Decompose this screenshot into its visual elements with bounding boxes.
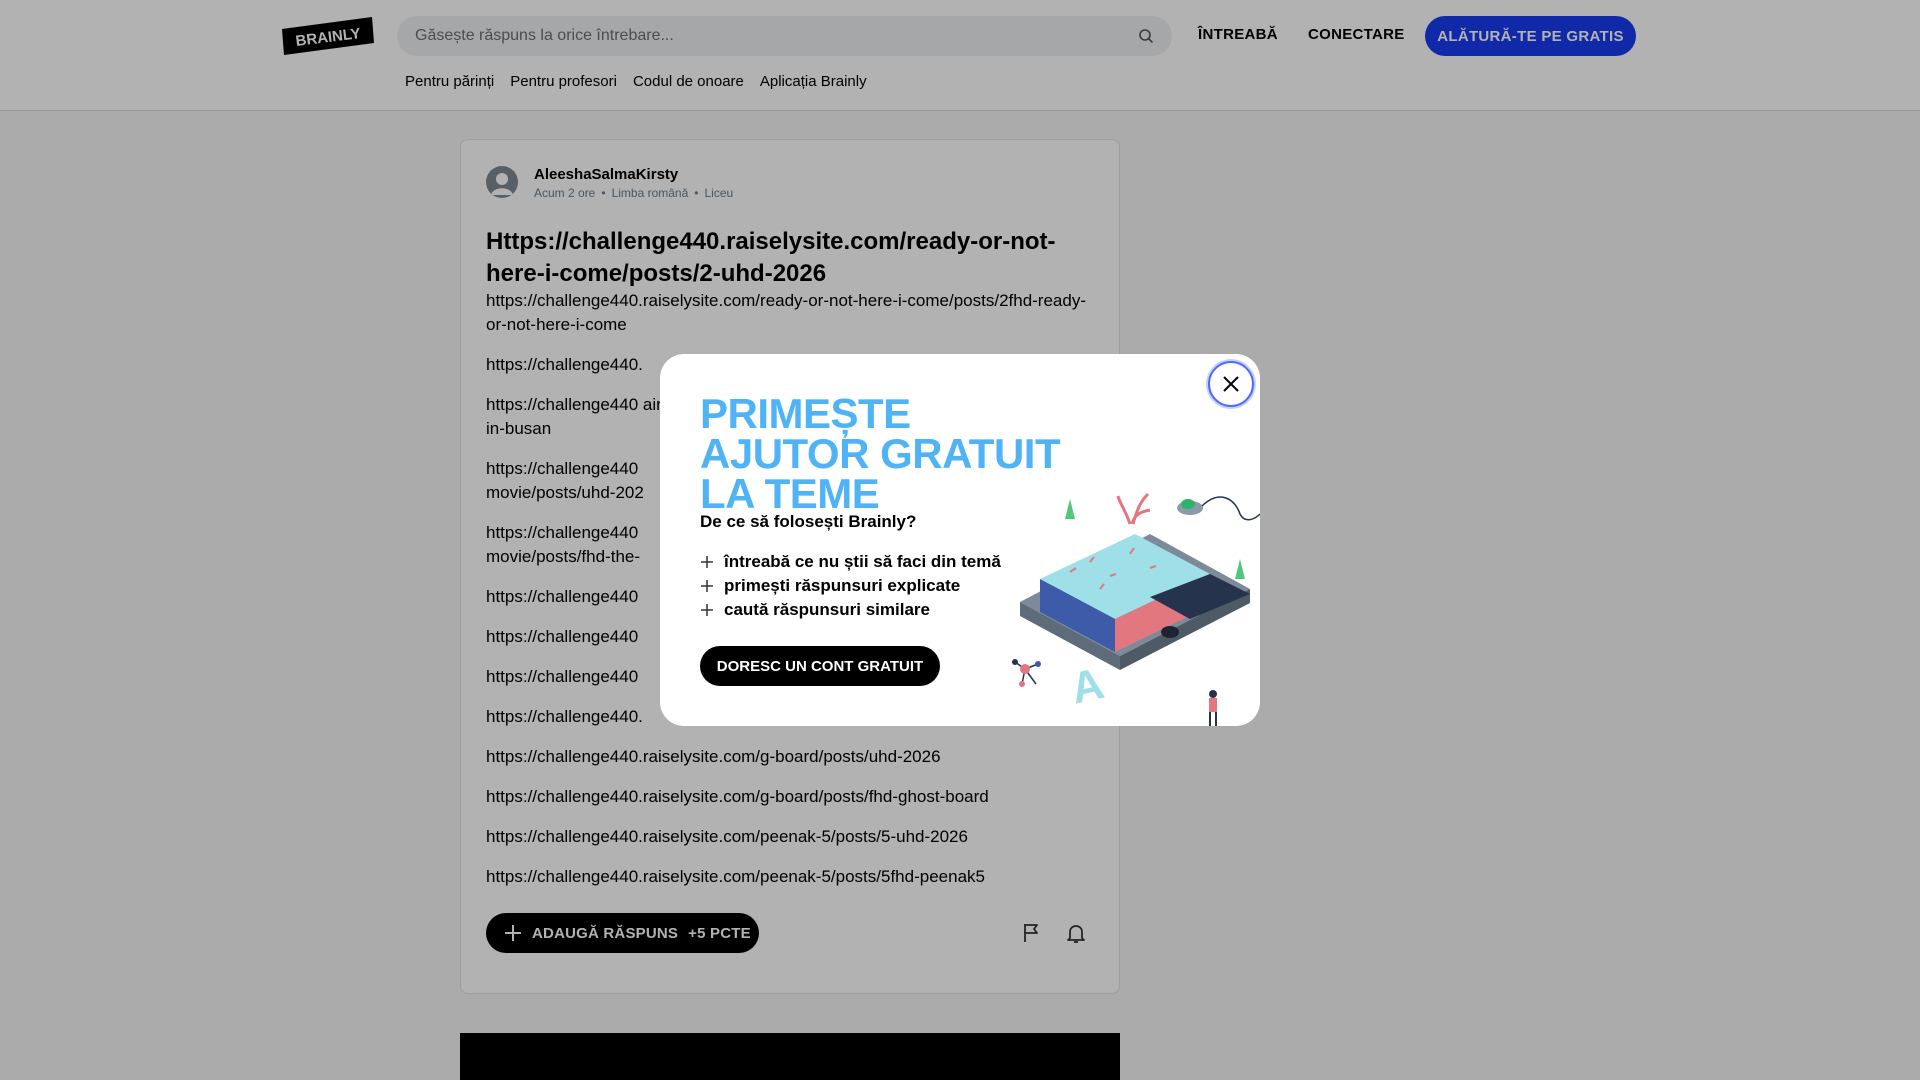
free-account-button[interactable]: DORESC UN CONT GRATUIT — [700, 646, 940, 686]
benefit-text: caută răspunsuri similare — [724, 600, 930, 619]
close-icon — [1223, 376, 1239, 392]
plus-icon — [701, 580, 713, 592]
svg-text:A: A — [1067, 659, 1108, 714]
signup-modal: PRIMEȘTE AJUTOR GRATUIT LA TEME De ce să… — [660, 354, 1260, 726]
benefit-item: întreabă ce nu știi să faci din temă — [700, 550, 1001, 574]
benefit-item: primești răspunsuri explicate — [700, 574, 1001, 598]
homework-illustration: A — [1012, 492, 1260, 726]
benefit-item: caută răspunsuri similare — [700, 598, 1001, 622]
benefit-text: primești răspunsuri explicate — [724, 576, 961, 595]
benefit-text: întreabă ce nu știi să faci din temă — [724, 552, 1001, 571]
plus-icon — [701, 604, 713, 616]
modal-subheading: De ce să folosești Brainly? — [700, 512, 917, 531]
close-button[interactable] — [1208, 361, 1254, 407]
benefits-list: întreabă ce nu știi să faci din temă pri… — [700, 550, 1001, 622]
plus-icon — [701, 556, 713, 568]
